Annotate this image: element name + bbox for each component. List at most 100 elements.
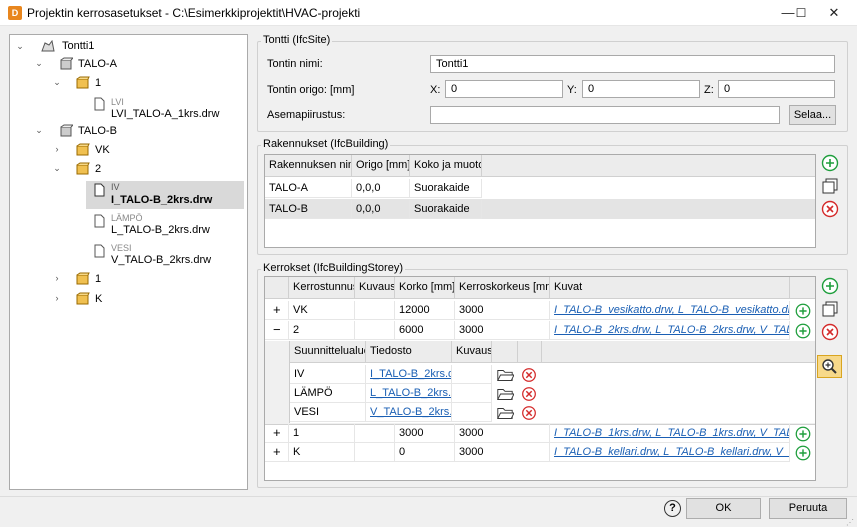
add-file-button[interactable] [794,425,812,443]
zoom-button[interactable] [817,355,842,378]
table-cell[interactable]: Suorakaide [410,200,482,219]
table-cell[interactable] [355,301,395,320]
delete-building-button[interactable] [820,199,840,219]
tree-storey-a1[interactable]: 1 [95,77,101,89]
row-collapser[interactable]: − [265,321,289,340]
sub-cell[interactable]: IV [290,365,366,384]
expand-icon[interactable]: › [52,293,62,303]
origin-z-input[interactable]: 0 [718,80,835,98]
folder-icon[interactable] [496,366,514,384]
table-cell[interactable] [355,321,395,340]
sub-file-link[interactable]: I_TALO-B_2krs.drw [366,365,452,384]
add-file-button[interactable] [794,444,812,462]
help-button[interactable]: ? [664,500,681,517]
sub-cell[interactable]: LÄMPÖ [290,384,366,403]
table-cell[interactable]: K [289,443,355,462]
sub-file-link[interactable]: V_TALO-B_2krs.drw [366,403,452,422]
copy-storey-button[interactable] [820,299,840,319]
add-file-button[interactable] [794,302,812,320]
table-cell[interactable]: TALO-A [265,179,352,198]
row-expander[interactable]: + [265,443,289,462]
col-header[interactable]: Kuvaus [355,277,395,299]
delete-icon[interactable] [520,385,538,403]
col-header[interactable]: Kerroskorkeus [mm] [455,277,550,299]
close-button[interactable]: ✕ [811,0,857,26]
tree-storey-2[interactable]: 2 [95,163,101,175]
add-building-button[interactable] [820,153,840,173]
sub-cell[interactable] [452,403,492,422]
delete-icon[interactable] [520,366,538,384]
sub-cell[interactable] [452,384,492,403]
delete-icon[interactable] [520,404,538,422]
tree-building-b[interactable]: TALO-B [78,125,117,137]
sub-file-link[interactable]: L_TALO-B_2krs.drw [366,384,452,403]
collapse-icon[interactable]: ⌄ [15,41,25,52]
table-cell[interactable]: 3000 [395,424,455,443]
collapse-icon[interactable]: ⌄ [34,125,44,136]
sub-col-header[interactable]: Kuvaus [452,341,492,363]
files-link[interactable]: I_TALO-B_vesikatto.drw, L_TALO-B_vesikat… [550,301,790,320]
col-header[interactable]: Kerrostunnus [289,277,355,299]
tree-file-lvi[interactable]: LVI_TALO-A_1krs.drw [111,108,219,120]
tree-file-vesi[interactable]: V_TALO-B_2krs.drw [111,254,211,266]
table-cell[interactable]: Suorakaide [410,179,482,198]
files-link[interactable]: I_TALO-B_kellari.drw, L_TALO-B_kellari.d… [550,443,790,462]
col-header[interactable]: Korko [mm] [395,277,455,299]
tree-site[interactable]: Tontti1 [62,40,94,52]
origin-x-input[interactable]: 0 [445,80,563,98]
add-file-button[interactable] [794,322,812,340]
table-cell[interactable]: 1 [289,424,355,443]
table-cell[interactable]: 3000 [455,424,550,443]
tree-building-a[interactable]: TALO-A [78,58,117,70]
sub-table[interactable]: Suunnittelualue Tiedosto Kuvaus IV I_TAL… [289,341,815,423]
table-cell[interactable]: 3000 [455,443,550,462]
project-tree[interactable]: ⌄ Tontti1 ⌄ TALO-A ⌄ 1 LVI LVI_TALO-A_1k… [9,34,248,490]
collapse-icon[interactable]: ⌄ [34,58,44,69]
buildings-table[interactable]: Rakennuksen nimi Origo [mm] Koko ja muot… [264,154,816,248]
table-cell[interactable]: 12000 [395,301,455,320]
table-cell[interactable]: 0 [395,443,455,462]
tree-storey-1[interactable]: 1 [95,273,101,285]
row-expander[interactable]: + [265,424,289,443]
ok-button[interactable]: OK [686,498,761,519]
table-cell[interactable]: 0,0,0 [352,200,410,219]
expand-icon[interactable]: › [52,273,62,283]
sub-cell[interactable] [452,365,492,384]
folder-icon[interactable] [496,404,514,422]
collapse-icon[interactable]: ⌄ [52,163,62,174]
table-cell[interactable]: TALO-B [265,200,352,219]
table-cell[interactable]: 0,0,0 [352,179,410,198]
tree-file-iv[interactable]: I_TALO-B_2krs.drw [111,194,212,206]
expand-icon[interactable]: › [52,144,62,154]
table-cell[interactable]: 2 [289,321,355,340]
storeys-table[interactable]: Kerrostunnus Kuvaus Korko [mm] Kerroskor… [264,276,816,481]
sub-col-header[interactable]: Suunnittelualue [290,341,366,363]
col-header[interactable]: Kuvat [550,277,790,299]
table-cell[interactable] [355,424,395,443]
col-header[interactable]: Koko ja muoto [410,155,482,177]
browse-button[interactable]: Selaa... [789,105,836,125]
col-header[interactable]: Rakennuksen nimi [265,155,352,177]
tree-file-lampo[interactable]: L_TALO-B_2krs.drw [111,224,210,236]
col-header[interactable]: Origo [mm] [352,155,410,177]
files-link[interactable]: I_TALO-B_2krs.drw, L_TALO-B_2krs.drw, V_… [550,321,790,340]
sub-col-header[interactable]: Tiedosto [366,341,452,363]
folder-icon[interactable] [496,385,514,403]
copy-building-button[interactable] [820,176,840,196]
resize-grip-icon[interactable]: ⋰ [846,518,854,527]
tree-storey-k[interactable]: K [95,293,102,305]
files-link[interactable]: I_TALO-B_1krs.drw, L_TALO-B_1krs.drw, V_… [550,424,790,443]
table-cell[interactable]: 3000 [455,301,550,320]
table-cell[interactable]: VK [289,301,355,320]
row-expander[interactable]: + [265,301,289,320]
sub-cell[interactable]: VESI [290,403,366,422]
cancel-button[interactable]: Peruuta [769,498,847,519]
add-storey-button[interactable] [820,276,840,296]
table-cell[interactable]: 3000 [455,321,550,340]
delete-storey-button[interactable] [820,322,840,342]
site-name-input[interactable]: Tontti1 [430,55,835,73]
origin-y-input[interactable]: 0 [582,80,700,98]
tree-storey-vk[interactable]: VK [95,144,110,156]
table-cell[interactable] [355,443,395,462]
table-cell[interactable]: 6000 [395,321,455,340]
